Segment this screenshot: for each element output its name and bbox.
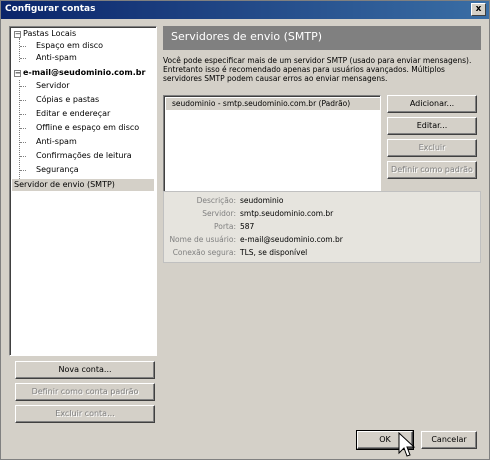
detail-label: Conexão segura: (172, 248, 236, 257)
tree-branch (20, 86, 26, 87)
tree-item-smtp-server[interactable]: Servidor de envio (SMTP) (12, 179, 154, 191)
tree-item-account-anti-spam[interactable]: Anti-spam (36, 136, 77, 148)
tree-item-disk-space[interactable]: Espaço em disco (36, 40, 103, 52)
add-server-button[interactable]: Adicionar... (387, 95, 477, 113)
tree-branch (20, 128, 26, 129)
tree-item-security[interactable]: Segurança (36, 164, 79, 176)
tree-item-read-receipts[interactable]: Confirmações de leitura (36, 150, 132, 162)
delete-server-button[interactable]: Excluir (387, 139, 477, 157)
detail-row-secure-connection: Conexão segura: TLS, se disponível (164, 248, 482, 259)
tree-connector-line (19, 80, 20, 181)
detail-row-description: Descrição: seudominio (164, 196, 482, 207)
mouse-cursor-icon (398, 431, 416, 457)
set-default-account-button[interactable]: Definir como conta padrão (15, 383, 155, 401)
tree-item-label: Pastas Locais (23, 29, 77, 38)
detail-label: Descrição: (196, 196, 236, 205)
collapse-icon[interactable]: − (14, 31, 21, 38)
detail-row-port: Porta: 587 (164, 222, 482, 233)
tree-item-copies-folders[interactable]: Cópias e pastas (36, 94, 99, 106)
panel-description: Você pode especificar mais de um servido… (163, 56, 472, 83)
panel-title: Servidores de envio (SMTP) (163, 26, 481, 50)
tree-item-compose-addressing[interactable]: Editar e endereçar (36, 108, 110, 120)
cancel-button[interactable]: Cancelar (421, 431, 477, 449)
tree-branch (20, 170, 26, 171)
account-tree: − Pastas Locais Espaço em disco Anti-spam… (9, 26, 157, 356)
detail-value: e-mail@seudominio.com.br (240, 235, 343, 244)
set-default-server-button[interactable]: Definir como padrão (387, 161, 477, 179)
tree-branch (20, 100, 26, 101)
tree-branch (20, 114, 26, 115)
detail-label: Nome de usuário: (169, 235, 236, 244)
tree-branch (20, 142, 26, 143)
delete-account-button[interactable]: Excluir conta... (15, 405, 155, 423)
tree-item-offline-disk[interactable]: Offline e espaço em disco (36, 122, 139, 134)
tree-branch (20, 46, 26, 47)
close-button[interactable]: x (471, 3, 486, 16)
detail-row-server: Servidor: smtp.seudominio.com.br (164, 209, 482, 220)
detail-row-username: Nome de usuário: e-mail@seudominio.com.b… (164, 235, 482, 246)
window-title: Configurar contas (5, 4, 96, 14)
title-bar[interactable]: Configurar contas x (1, 1, 489, 19)
edit-server-button[interactable]: Editar... (387, 117, 477, 135)
tree-item-label: e-mail@seudominio.com.br (23, 68, 146, 77)
tree-branch (20, 156, 26, 157)
detail-value: seudominio (240, 196, 284, 205)
new-account-button[interactable]: Nova conta... (15, 361, 155, 379)
tree-item-email-account[interactable]: − e-mail@seudominio.com.br (14, 67, 145, 79)
detail-label: Servidor: (202, 209, 236, 218)
account-settings-window: Configurar contas x − Pastas Locais Espaç… (0, 0, 490, 460)
tree-branch (20, 58, 26, 59)
tree-item-local-folders[interactable]: − Pastas Locais (14, 28, 76, 40)
tree-item-anti-spam[interactable]: Anti-spam (36, 52, 77, 64)
collapse-icon[interactable]: − (14, 70, 21, 77)
smtp-server-item[interactable]: seudominio - smtp.seudominio.com.br (Pad… (166, 98, 380, 110)
server-details-panel: Descrição: seudominio Servidor: smtp.seu… (163, 191, 481, 263)
smtp-server-list[interactable]: seudominio - smtp.seudominio.com.br (Pad… (163, 95, 381, 205)
detail-value: smtp.seudominio.com.br (240, 209, 334, 218)
tree-item-server[interactable]: Servidor (36, 80, 70, 92)
detail-label: Porta: (214, 222, 236, 231)
detail-value: 587 (240, 222, 255, 231)
detail-value: TLS, se disponível (240, 248, 308, 257)
